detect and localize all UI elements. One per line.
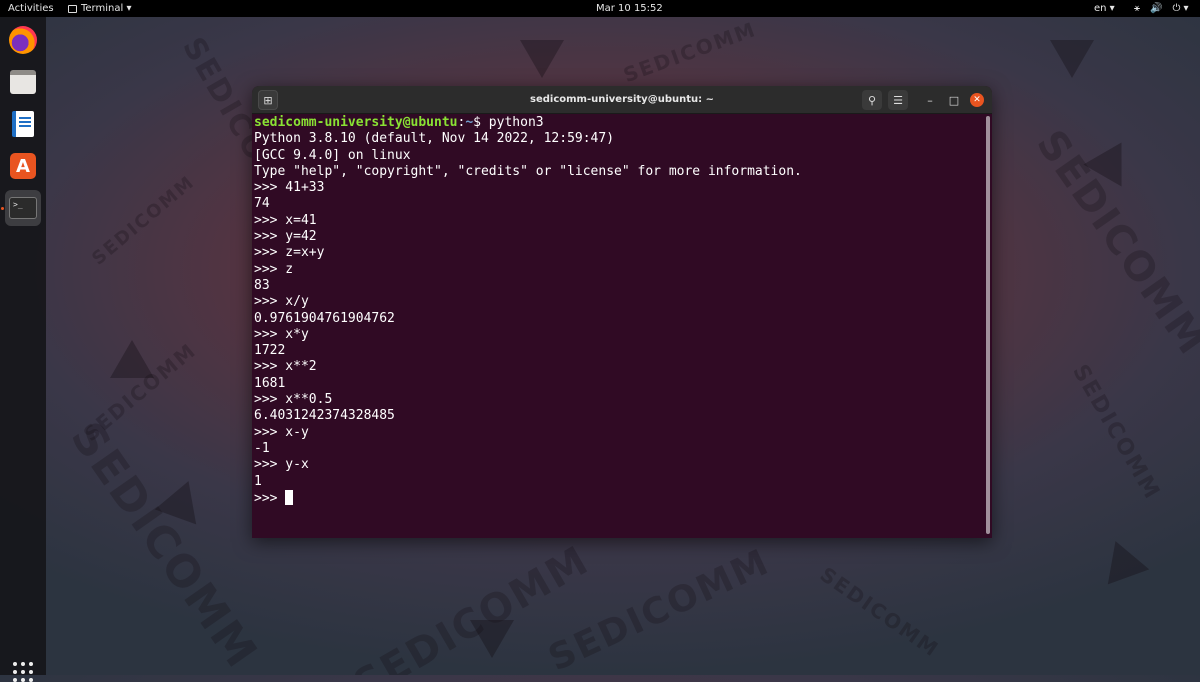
language-indicator[interactable]: en ▾ [1094,0,1115,17]
wallpaper-brand-text: SEDICOMM [815,562,944,662]
writer-icon [12,111,34,137]
minimize-button[interactable]: – [922,90,938,110]
dock-files[interactable] [5,64,41,100]
shell-prompt-line: sedicomm-university@ubuntu:~$ python3 [254,115,982,131]
terminal-line: >>> x=41 [254,212,317,228]
wallpaper-triangle [1050,40,1094,78]
app-menu-button[interactable]: Terminal ▾ [68,0,131,17]
terminal-line: >>> 41+33 [254,180,325,196]
terminal-line: 83 [254,277,270,293]
volume-icon: 🔊 [1150,3,1163,14]
hamburger-menu-button[interactable]: ☰ [888,90,908,110]
terminal-line: 74 [254,196,270,212]
new-tab-button[interactable]: ⊞ [258,90,278,110]
prompt-user: sedicomm-university@ubuntu [254,115,458,130]
wallpaper-brand-text: SEDICOMM [78,337,201,447]
terminal-line: 1 [254,473,262,489]
terminal-line: >>> x**0.5 [254,392,333,408]
dock-writer[interactable] [5,106,41,142]
python-input-line[interactable]: >>> [254,489,982,506]
wallpaper-triangle [520,40,564,78]
wallpaper-triangle [154,473,210,525]
terminal-line: 0.9761904761904762 [254,310,395,326]
terminal-line: >>> x/y [254,294,309,310]
wallpaper-triangle [1094,533,1150,585]
terminal-icon: >_ [9,197,37,219]
prompt-command: $ python3 [473,115,544,130]
terminal-line: >>> z=x+y [254,245,325,261]
terminal-icon [68,4,77,13]
search-button[interactable]: ⚲ [862,90,882,110]
system-menu[interactable]: ⚹ 🔊 ⏻ ▾ [1134,0,1189,17]
wallpaper-brand-text: SEDICOMM [60,412,268,675]
prompt-path: ~ [465,115,474,130]
terminal-window: sedicomm-university@ubuntu: ~ ⊞ ⚲ ☰ – □ … [252,86,992,538]
files-icon [10,70,36,94]
terminal-lines: Python 3.8.10 (default, Nov 14 2022, 12:… [254,131,982,490]
window-titlebar[interactable]: sedicomm-university@ubuntu: ~ ⊞ ⚲ ☰ – □ … [252,86,992,114]
terminal-line: [GCC 9.4.0] on linux [254,147,411,163]
show-applications-button[interactable] [13,662,33,682]
clock[interactable]: Mar 10 15:52 [596,0,663,17]
terminal-line: 6.4031242374328485 [254,408,395,424]
scrollbar[interactable] [986,116,990,534]
power-icon: ⏻ ▾ [1172,3,1189,14]
wallpaper-brand-text: SEDICOMM [620,16,760,88]
dock-terminal[interactable]: >_ [5,190,41,226]
maximize-button[interactable]: □ [946,90,962,110]
network-icon: ⚹ [1134,3,1140,14]
wallpaper-triangle [110,340,154,378]
app-menu-label: Terminal ▾ [81,3,132,14]
terminal-output[interactable]: sedicomm-university@ubuntu:~$ python3 Py… [254,114,982,538]
terminal-line: >>> x*y [254,326,309,342]
terminal-line: 1722 [254,343,286,359]
text-cursor [285,489,294,505]
terminal-line: -1 [254,440,270,456]
wallpaper-triangle [1083,131,1141,187]
activities-button[interactable]: Activities [8,0,54,17]
software-store-icon: A [10,153,36,179]
terminal-line: >>> y-x [254,457,309,473]
close-button[interactable]: ✕ [970,93,984,107]
dock: A >_ [0,17,46,682]
wallpaper-brand-text: SEDICOMM [1067,360,1165,505]
wallpaper-brand-text: SEDICOMM [88,171,200,270]
terminal-line: Python 3.8.10 (default, Nov 14 2022, 12:… [254,131,615,147]
wallpaper-brand-text: SEDICOMM [1027,122,1200,364]
wallpaper-brand-text: SEDICOMM [542,541,776,675]
python-prompt: >>> [254,490,286,506]
terminal-line: >>> x-y [254,424,309,440]
dock-software-store[interactable]: A [5,148,41,184]
dock-firefox[interactable] [5,22,41,58]
terminal-line: 1681 [254,375,286,391]
wallpaper-brand-text: SEDICOMM [346,537,598,675]
running-indicator [1,207,4,210]
top-bar: Activities Terminal ▾ Mar 10 15:52 en ▾ … [0,0,1200,17]
terminal-line: Type "help", "copyright", "credits" or "… [254,163,802,179]
terminal-line: >>> y=42 [254,229,317,245]
terminal-line: >>> x**2 [254,359,317,375]
wallpaper-triangle [470,620,514,658]
firefox-icon [9,26,37,54]
terminal-line: >>> z [254,261,294,277]
